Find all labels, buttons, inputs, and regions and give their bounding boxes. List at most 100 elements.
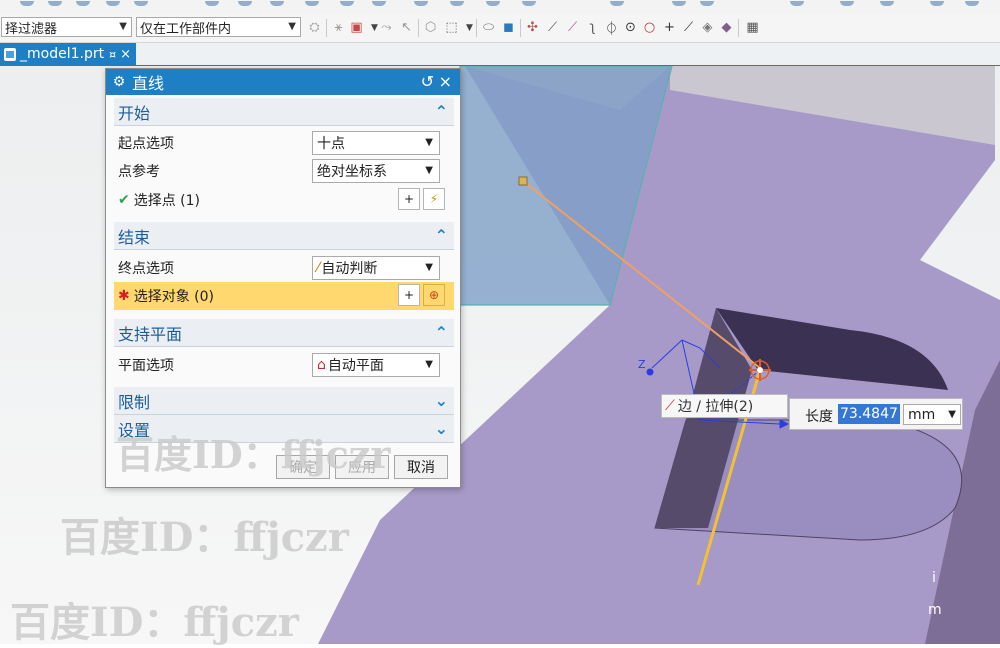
ribbon-strip [0,0,1000,15]
pin-icon[interactable]: ¤ [109,48,116,61]
section-start-header[interactable]: 开始 ⌃ [114,98,454,126]
chevron-down-icon: ▼ [119,21,127,32]
plane-option-dropdown[interactable]: ⌂ 自动平面 ▼ [312,353,440,377]
watermark: 百度ID：ffjczr [116,432,391,477]
file-tab-label: _model1.prt [20,46,105,62]
expand-icon[interactable]: ⌄ [435,391,448,410]
show-hide-icon[interactable]: ⬭ [480,19,497,36]
close-tab-icon[interactable]: × [120,47,131,62]
intersection-snap-icon[interactable]: ʅ [584,19,601,36]
point-ref-label: 点参考 [118,164,160,180]
existing-point-snap-icon[interactable]: + [661,19,678,36]
link-icon[interactable]: ⤳ [378,19,395,36]
section-limits-title: 限制 [118,392,151,412]
chevron-down-icon: ▼ [425,262,433,273]
rectangle-select-icon[interactable]: ⬚ [443,19,460,36]
watermark: 百度ID：ffjczr [10,599,299,646]
chevron-down-icon: ▼ [288,21,296,32]
point-dialog-button[interactable]: + [398,284,420,306]
edge-icon: ⟋ [665,398,675,414]
solid-body-icon[interactable]: ◼ [500,19,517,36]
selection-toolbar: 择过滤器 ▼ 仅在工作部件内 ▼ ⛭ ⚹ ▣ ▼ ⤳ ↖ ⬡ ⬚ ▼ ⬭ ◼ ✣… [0,14,1000,43]
type-filter-value: 择过滤器 [5,21,58,37]
section-end-header[interactable]: 结束 ⌃ [114,222,454,250]
document-tab-bar: _model1.prt ¤ × [0,43,1000,66]
start-option-dropdown[interactable]: 十点 ▼ [312,131,440,155]
gear-icon[interactable]: ⚙ [106,74,132,90]
section-limits-header[interactable]: 限制 ⌄ [114,387,454,415]
point-dialog-button[interactable]: + [398,188,420,210]
dialog-title: 直线 [132,74,165,93]
start-point-marker [518,176,528,186]
plane-option-value: 自动平面 [327,358,384,374]
auto-plane-icon: ⌂ [317,357,326,373]
svg-text:m: m [928,602,942,618]
point-on-curve-snap-icon[interactable]: ⟋ [680,19,697,36]
select-point-row[interactable]: ✔ 选择点 (1) + ⚡ [118,188,448,212]
length-unit-select[interactable]: mm ▼ [903,404,961,425]
point-ref-row: 点参考 绝对坐标系 ▼ [118,159,448,183]
section-support-plane-header[interactable]: 支持平面 ⌃ [114,319,454,347]
snap-tooltip-text: 边 / 拉伸(2) [677,399,754,415]
start-option-label: 起点选项 [118,136,174,152]
end-option-label: 终点选项 [118,261,174,277]
select-object-row[interactable]: ✱ 选择对象 (0) + ⊕ [118,284,448,308]
plane-option-label: 平面选项 [118,358,174,374]
select-point-label: 选择点 (1) [133,193,201,209]
close-icon[interactable]: × [439,72,452,91]
midpoint-snap-icon[interactable]: ⟋ [544,19,561,36]
type-filter-combo[interactable]: 择过滤器 ▼ [1,17,132,37]
end-option-dropdown[interactable]: ⁄ 自动判断 ▼ [312,256,440,280]
chevron-down-icon: ▼ [948,409,956,420]
section-support-plane-title: 支持平面 [118,324,183,344]
endpoint-snap-icon[interactable]: ✣ [524,19,541,36]
wand-icon: ⁄ [317,260,320,276]
dialog-title-bar: ⚙ 直线 ↺ × [106,69,460,95]
plane-option-row: 平面选项 ⌂ 自动平面 ▼ [118,353,448,377]
reset-icon[interactable]: ↺ [421,72,434,91]
grid-icon[interactable]: ▦ [744,19,761,36]
collapse-icon[interactable]: ⌃ [435,102,448,121]
selection-scope-value: 仅在工作部件内 [140,21,232,37]
svg-text:i: i [932,570,936,586]
chevron-down-icon: ▼ [425,359,433,370]
svg-text:Z: Z [638,358,646,371]
length-input[interactable]: 73.4847 [838,404,900,424]
control-point-snap-icon[interactable]: ⟋ [564,19,581,36]
checkmark-icon: ✔ [118,192,130,208]
arrow-select-icon[interactable]: ↖ [398,19,415,36]
snap-point-icon[interactable]: ⚹ [330,19,347,36]
point-ref-dropdown[interactable]: 绝对坐标系 ▼ [312,159,440,183]
length-label: 长度 [805,409,833,425]
section-start-title: 开始 [118,103,151,123]
arc-center-snap-icon[interactable]: ⏀ [603,19,620,37]
cancel-button[interactable]: 取消 [394,455,448,479]
required-asterisk-icon: ✱ [118,288,130,304]
start-option-row: 起点选项 十点 ▼ [118,131,448,155]
inferred-point-icon[interactable]: ⚡ [423,188,445,210]
expand-icon[interactable]: ⌄ [435,419,448,438]
snap-tooltip: ⟋ 边 / 拉伸(2) [661,394,788,418]
start-option-value: 十点 [317,136,345,152]
selection-scope-combo[interactable]: 仅在工作部件内 ▼ [136,17,301,37]
select-region-icon[interactable]: ▣ [348,19,365,36]
end-option-value: 自动判断 [321,261,378,277]
quadrant-snap-icon[interactable]: ○ [641,19,658,36]
part-file-icon [4,47,16,61]
point-ref-value: 绝对坐标系 [317,164,387,180]
collapse-icon[interactable]: ⌃ [435,226,448,245]
collapse-icon[interactable]: ⌃ [435,323,448,342]
lasso-icon[interactable]: ⬡ [422,19,439,36]
filter-icon[interactable]: ⛭ [306,19,323,36]
section-end-title: 结束 [118,227,151,247]
length-unit-value: mm [908,406,936,423]
length-entry-box: 长度 73.4847 mm ▼ [789,398,963,430]
file-tab-model1[interactable]: _model1.prt ¤ × [0,43,136,65]
point-on-face-snap-icon[interactable]: ◈ [699,19,716,36]
watermark: 百度ID：ffjczr [60,514,349,561]
chevron-down-icon: ▼ [425,165,433,176]
bounded-grid-snap-icon[interactable]: ◆ [718,19,735,36]
circle-center-snap-icon[interactable]: ⊙ [622,19,639,36]
chevron-down-icon: ▼ [425,137,433,148]
crosshair-icon[interactable]: ⊕ [423,284,445,306]
